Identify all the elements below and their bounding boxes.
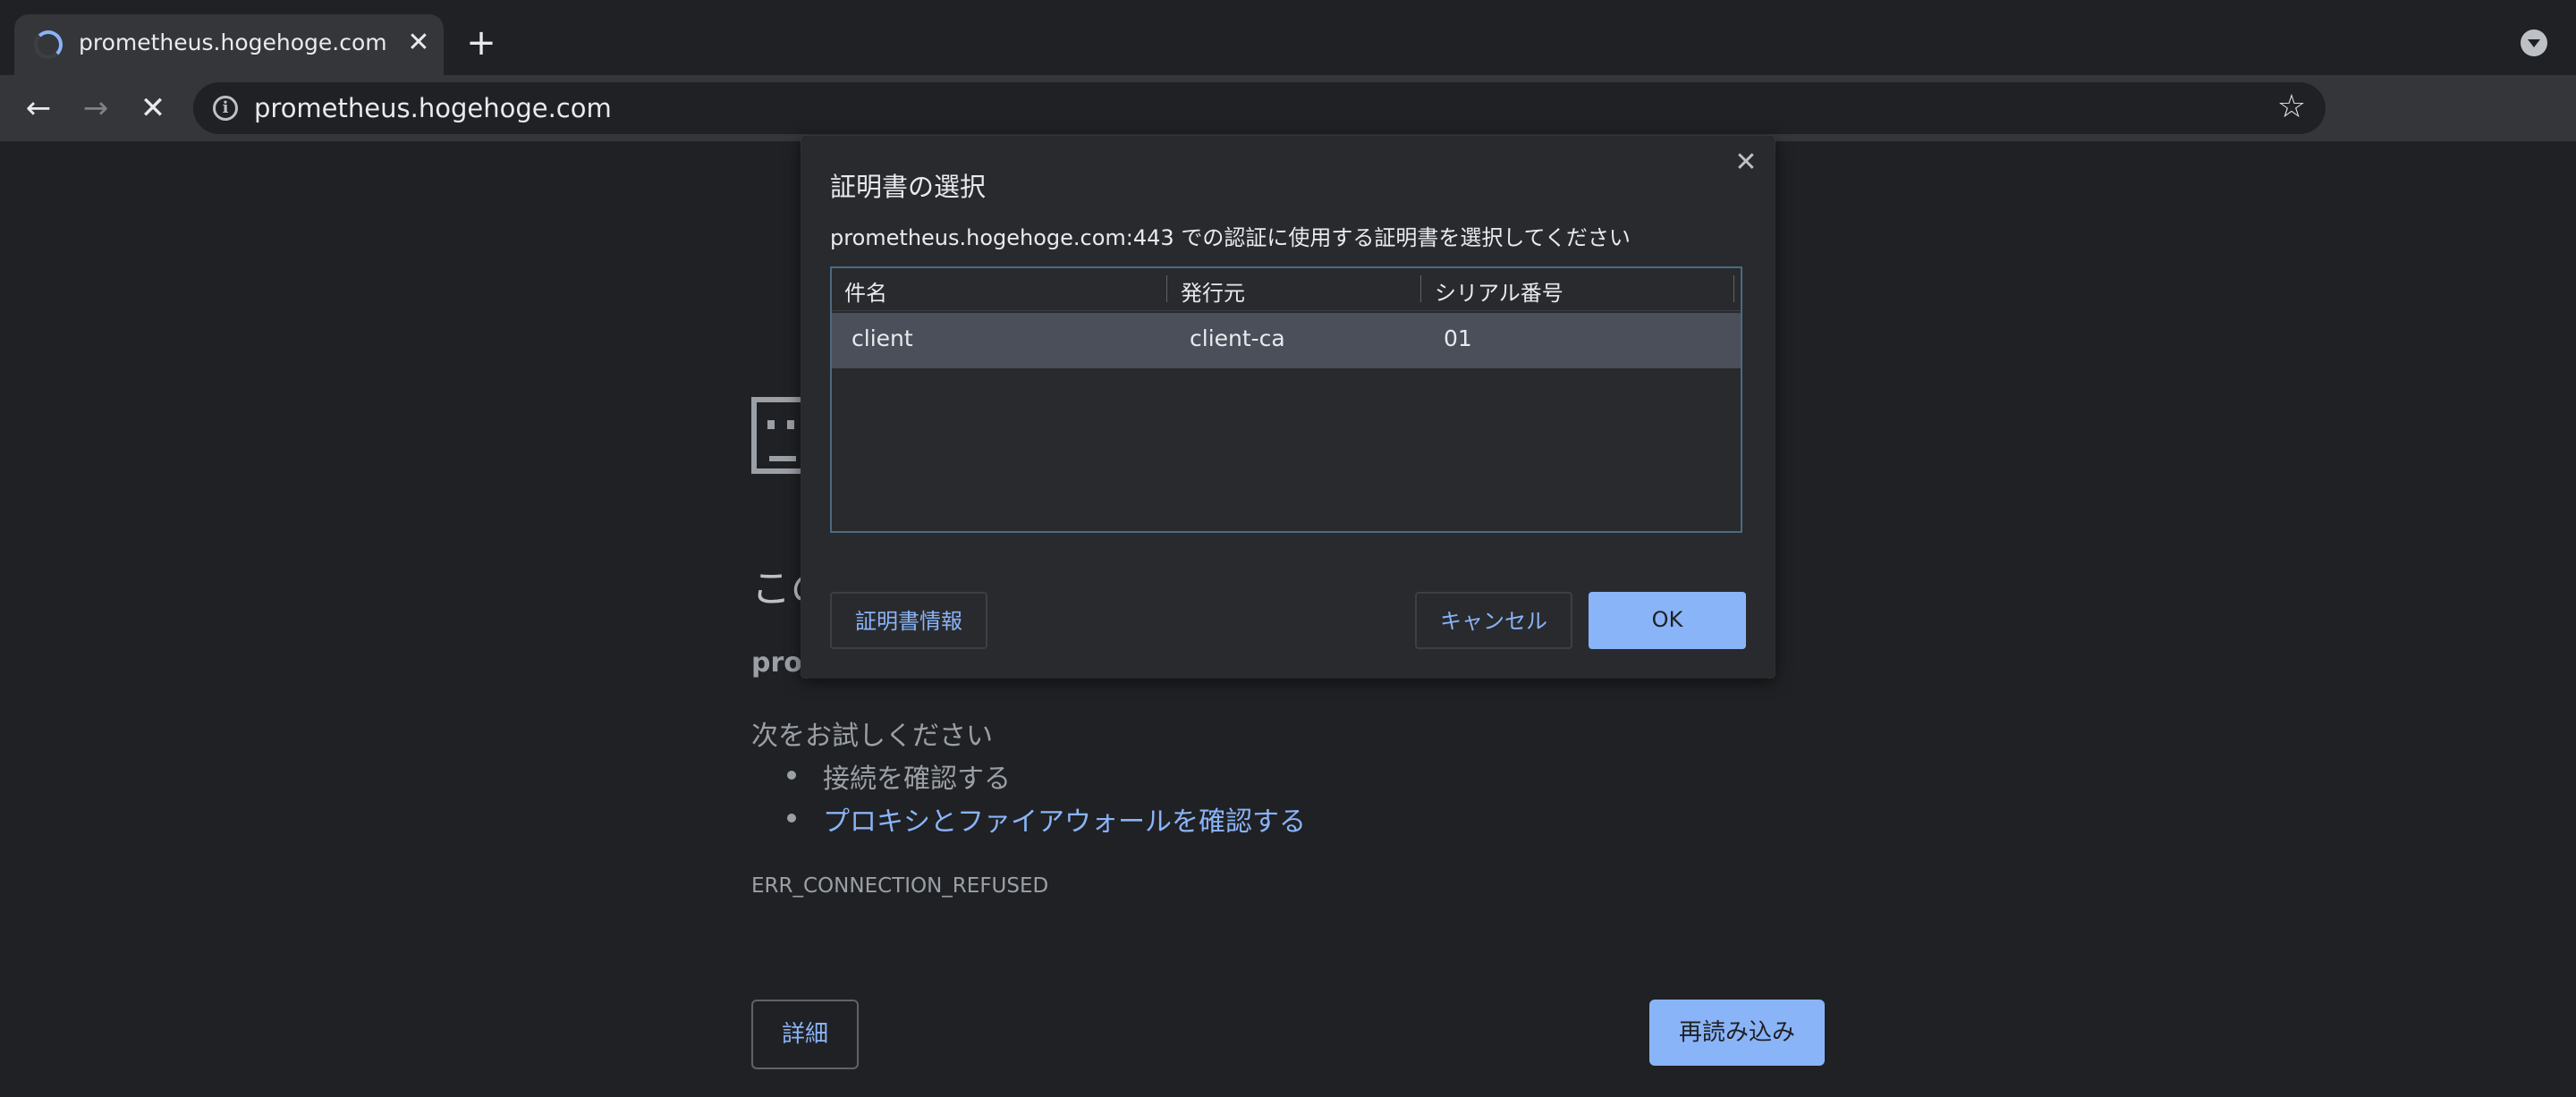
- column-divider[interactable]: [1166, 275, 1167, 302]
- new-tab-button[interactable]: +: [462, 23, 501, 63]
- try-label: 次をお試しください: [751, 721, 993, 752]
- error-code: ERR_CONNECTION_REFUSED: [751, 874, 1049, 898]
- browser-tab[interactable]: prometheus.hogehoge.com ✕: [14, 14, 444, 75]
- table-row[interactable]: client client-ca 01: [832, 313, 1741, 368]
- column-header-subject[interactable]: 件名: [844, 275, 887, 307]
- dialog-close-icon[interactable]: ✕: [1728, 145, 1764, 181]
- column-header-serial[interactable]: シリアル番号: [1435, 275, 1563, 307]
- certificate-table[interactable]: 件名 発行元 シリアル番号 client client-ca 01: [830, 266, 1742, 533]
- ok-button[interactable]: OK: [1589, 592, 1746, 649]
- column-header-issuer[interactable]: 発行元: [1181, 275, 1245, 307]
- reload-button[interactable]: 再読み込み: [1649, 1000, 1825, 1066]
- suggestion-item: 接続を確認する: [787, 756, 1011, 796]
- cell-serial: 01: [1444, 325, 1472, 351]
- suggestion-link-text[interactable]: プロキシとファイアウォールを確認する: [823, 806, 1306, 838]
- column-divider[interactable]: [1733, 275, 1734, 302]
- cell-issuer: client-ca: [1190, 325, 1285, 351]
- cancel-button[interactable]: キャンセル: [1415, 592, 1572, 649]
- forward-button[interactable]: →: [73, 86, 118, 131]
- loading-spinner-icon: [34, 30, 63, 59]
- back-button[interactable]: ←: [16, 86, 61, 131]
- certificate-dialog: 証明書の選択 ✕ prometheus.hogehoge.com:443 での認…: [801, 136, 1775, 678]
- suggestion-link[interactable]: プロキシとファイアウォールを確認する: [787, 799, 1306, 839]
- tab-title: prometheus.hogehoge.com: [79, 30, 387, 55]
- details-button[interactable]: 詳細: [751, 1000, 859, 1069]
- dialog-message: prometheus.hogehoge.com:443 での認証に使用する証明書…: [830, 225, 1631, 250]
- sad-face-icon: [751, 397, 801, 474]
- column-divider[interactable]: [1420, 275, 1421, 302]
- table-header: 件名 発行元 シリアル番号: [832, 268, 1741, 311]
- url-text[interactable]: prometheus.hogehoge.com: [254, 93, 612, 123]
- site-info-icon[interactable]: i: [213, 96, 238, 121]
- dialog-title: 証明書の選択: [830, 172, 987, 202]
- browser-toolbar: ← → ✕ i prometheus.hogehoge.com ☆: [0, 75, 2576, 141]
- cell-subject: client: [852, 325, 913, 351]
- address-bar[interactable]: i prometheus.hogehoge.com ☆: [193, 82, 2326, 134]
- suggestion-text: 接続を確認する: [823, 764, 1011, 795]
- bookmark-star-icon[interactable]: ☆: [2272, 88, 2311, 127]
- tab-close-icon[interactable]: ✕: [401, 25, 436, 61]
- tab-strip: prometheus.hogehoge.com ✕ +: [0, 0, 2576, 75]
- stop-loading-button[interactable]: ✕: [131, 86, 175, 131]
- tab-search-icon[interactable]: [2521, 30, 2547, 56]
- certificate-info-button[interactable]: 証明書情報: [830, 592, 987, 649]
